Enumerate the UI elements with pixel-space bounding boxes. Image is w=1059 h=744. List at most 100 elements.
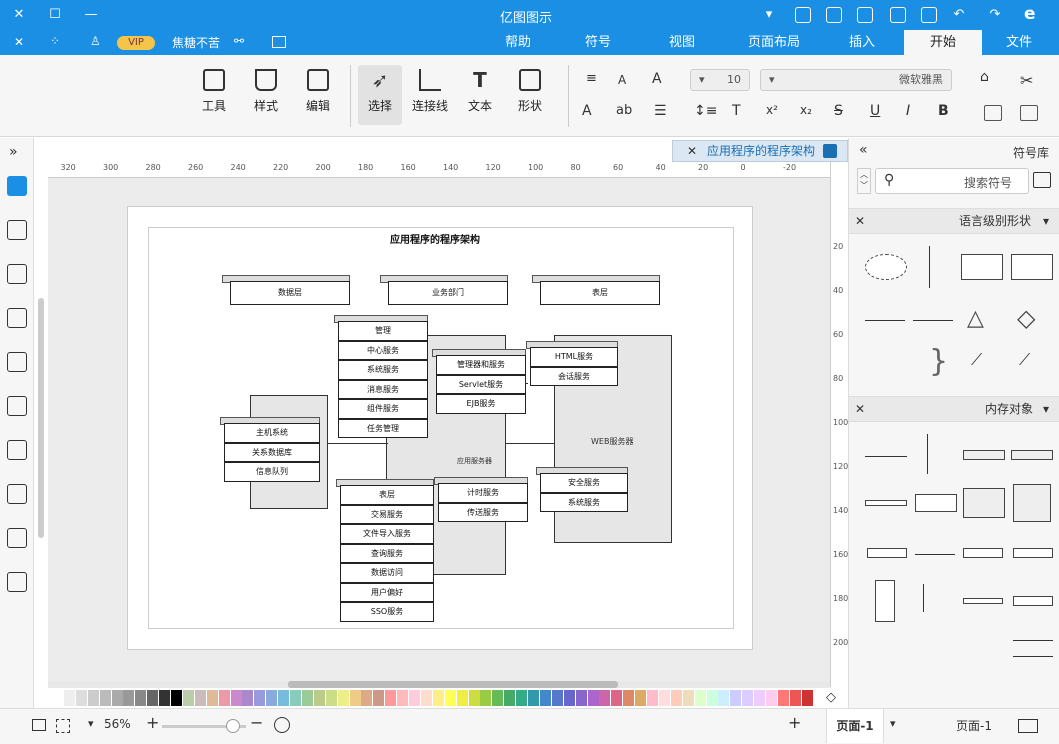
edit-tool-button[interactable]: 编辑 [296, 65, 340, 125]
bold-icon[interactable]: B [938, 103, 949, 119]
paste-icon[interactable] [984, 105, 1002, 121]
color-swatch[interactable] [777, 690, 789, 706]
diagram-node[interactable]: 查询服务 [340, 543, 434, 563]
tab-home[interactable]: 开始 [904, 30, 982, 55]
tools-button[interactable]: 工具 [192, 65, 236, 125]
color-swatch[interactable] [75, 690, 87, 706]
fit-width-icon[interactable] [32, 719, 46, 731]
header-icon[interactable] [7, 528, 27, 548]
diagram-node[interactable]: 任务管理 [338, 418, 428, 438]
shape-segment[interactable] [865, 500, 907, 506]
shape-tool-button[interactable]: 形状 [508, 65, 552, 125]
diagram-node[interactable]: 中心服务 [338, 340, 428, 360]
shape-measure[interactable] [927, 434, 928, 474]
tab-symbols[interactable]: 符号 [566, 30, 630, 55]
fill-icon[interactable] [7, 176, 27, 196]
page-label[interactable]: 页面-1 [956, 717, 992, 734]
color-swatch[interactable] [349, 690, 361, 706]
diagram-node[interactable]: 组件服务 [338, 399, 428, 419]
open-icon[interactable] [890, 7, 906, 23]
color-swatch[interactable] [670, 690, 682, 706]
play-icon[interactable] [274, 717, 290, 733]
shape-pointer[interactable] [963, 598, 1003, 604]
tab-file[interactable]: 文件 [986, 30, 1052, 55]
italic-icon[interactable]: I [906, 103, 910, 119]
color-swatch[interactable] [599, 690, 611, 706]
shape-diamond[interactable]: ◇ [1017, 304, 1035, 332]
table-icon[interactable] [7, 440, 27, 460]
color-swatch[interactable] [528, 690, 539, 706]
color-swatch[interactable] [539, 690, 551, 706]
node-data-layer[interactable]: 数据层 [230, 281, 350, 305]
shape-arrow[interactable] [913, 320, 953, 321]
shape-bar[interactable] [963, 450, 1005, 460]
color-swatch[interactable] [658, 690, 670, 706]
diagram-node[interactable]: 消息服务 [338, 379, 428, 399]
shape-pointer[interactable] [867, 548, 907, 558]
page-dropdown-icon[interactable]: ▾ [890, 717, 896, 730]
diagram-node[interactable]: 文件导入服务 [340, 524, 434, 544]
color-swatch[interactable] [801, 690, 813, 706]
diagram-node[interactable]: 安全服务 [540, 473, 628, 493]
shape-page[interactable] [963, 488, 1005, 518]
fill-bucket-icon[interactable]: ◇ [826, 690, 836, 705]
color-swatch[interactable] [325, 690, 337, 706]
color-swatch[interactable] [182, 690, 194, 706]
expand-icon[interactable]: » [9, 144, 18, 160]
undo-icon[interactable]: ↶ [950, 6, 968, 24]
diagram-node[interactable]: 表层 [340, 485, 434, 505]
color-swatch[interactable] [575, 690, 587, 706]
diagram-node[interactable]: 系统服务 [338, 360, 428, 380]
color-swatch[interactable] [123, 690, 135, 706]
section-language-shapes[interactable]: ✕ 语言级别形状 ▾ [849, 208, 1059, 234]
color-swatch[interactable] [313, 690, 325, 706]
image-icon[interactable] [7, 264, 27, 284]
expand-shape-icon[interactable] [7, 484, 27, 504]
shape-pointer[interactable] [1013, 548, 1053, 558]
subscript-icon[interactable]: x₂ [800, 103, 812, 117]
color-swatch[interactable] [87, 690, 99, 706]
color-swatch[interactable] [385, 690, 397, 706]
align-icon[interactable]: ≡ [586, 71, 597, 86]
color-swatch[interactable] [706, 690, 718, 706]
add-page-icon[interactable]: + [788, 713, 801, 732]
dropdown-icon[interactable]: ▾ [760, 6, 778, 24]
diagram-node[interactable]: 用户偏好 [340, 582, 434, 602]
collapse-icon[interactable]: ✕ [14, 35, 24, 49]
color-swatch[interactable] [254, 690, 266, 706]
diagram-node[interactable]: 交易服务 [340, 504, 434, 524]
color-swatch[interactable] [492, 690, 504, 706]
color-swatch[interactable] [409, 690, 420, 706]
color-swatch[interactable] [742, 690, 754, 706]
close-section-icon[interactable]: ✕ [855, 209, 865, 233]
color-swatch[interactable] [194, 690, 206, 706]
layers-icon[interactable] [7, 308, 27, 328]
color-swatch[interactable] [480, 690, 492, 706]
diagram-node[interactable]: 数据访问 [340, 563, 434, 583]
color-swatch[interactable] [278, 690, 290, 706]
shape-ellipse[interactable] [865, 254, 907, 280]
color-swatch[interactable] [611, 690, 623, 706]
diagram-node[interactable]: 传送服务 [438, 502, 528, 522]
color-swatch[interactable] [147, 690, 159, 706]
style-tool-button[interactable]: 样式 [244, 65, 288, 125]
color-swatch[interactable] [99, 690, 111, 706]
tab-page-layout[interactable]: 页面布局 [736, 30, 812, 55]
color-swatch[interactable] [230, 690, 242, 706]
shape-rectangle[interactable] [1011, 254, 1053, 280]
chart-icon[interactable] [7, 396, 27, 416]
diagram-page[interactable]: 应用程序的程序架构 数据层 业务部门 表层 应用服务器 WEB服务器 管理 中心服… [127, 206, 753, 650]
shape-line[interactable] [1013, 640, 1053, 641]
node-presentation[interactable]: 表层 [540, 281, 660, 305]
chevron-down-icon[interactable]: ▾ [1043, 209, 1049, 233]
color-swatch[interactable] [468, 690, 480, 706]
color-swatch[interactable] [730, 690, 742, 706]
color-swatch[interactable] [52, 690, 63, 706]
color-swatch[interactable] [159, 690, 171, 706]
minimize-icon[interactable]: — [82, 6, 100, 24]
zoom-in-icon[interactable]: + [146, 713, 159, 732]
color-swatch[interactable] [266, 690, 278, 706]
list-icon[interactable]: ☰ [654, 103, 667, 119]
shape-elbow[interactable] [923, 584, 924, 612]
color-swatch[interactable] [516, 690, 528, 706]
